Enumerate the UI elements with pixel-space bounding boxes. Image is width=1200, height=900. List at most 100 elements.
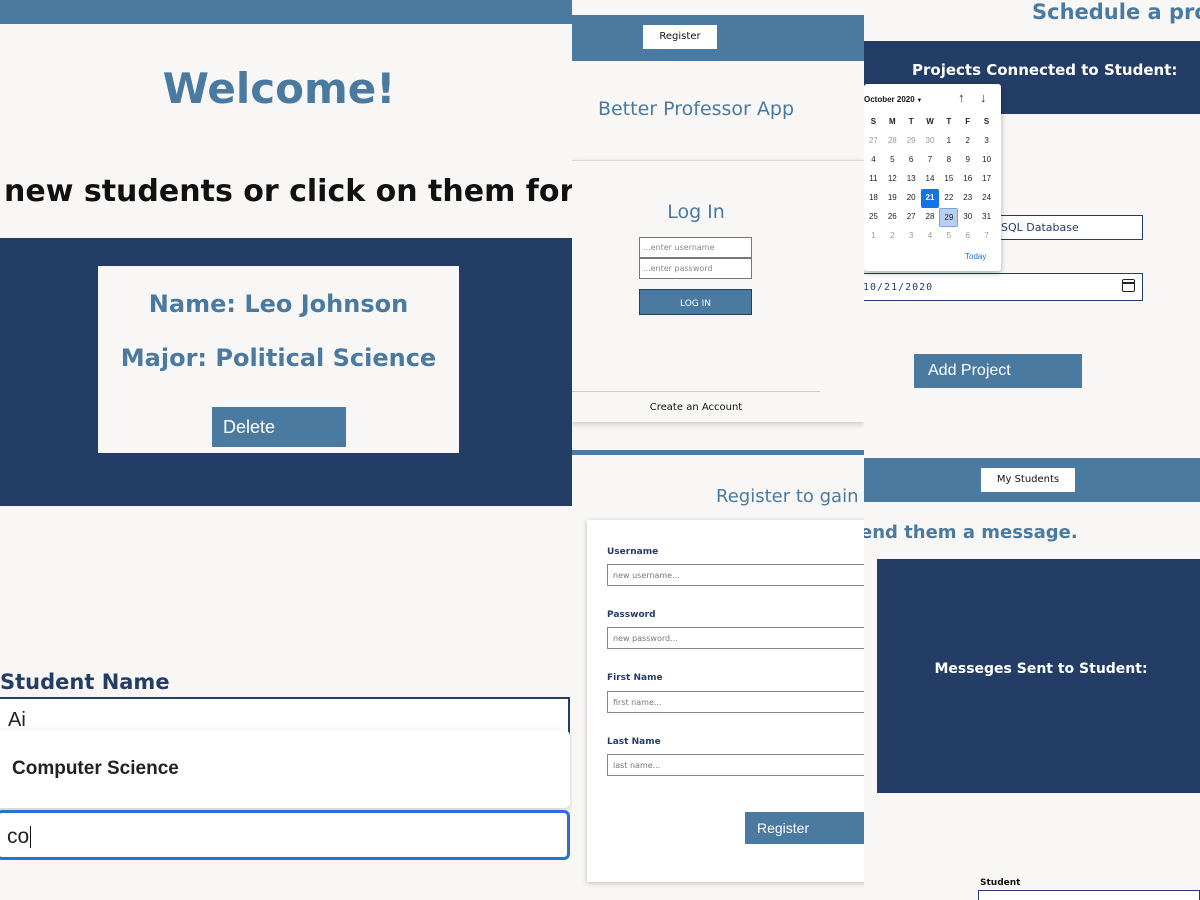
projects-heading: Projects Connected to Student: xyxy=(912,61,1178,79)
major-input[interactable]: co xyxy=(0,810,570,860)
register-top-bar xyxy=(572,450,864,455)
previous-month-icon[interactable]: ↑ xyxy=(958,90,965,105)
calendar-day[interactable]: 10 xyxy=(977,151,996,170)
calendar-day[interactable]: 20 xyxy=(902,189,921,208)
student-card[interactable]: Name: Leo Johnson Major: Political Scien… xyxy=(98,266,459,453)
add-project-button[interactable]: Add Project xyxy=(914,354,1082,388)
login-section: Log In ...enter username ...enter passwo… xyxy=(572,160,864,422)
due-date-input[interactable]: 10/21/2020 xyxy=(864,273,1143,301)
calendar-day[interactable]: 16 xyxy=(958,170,977,189)
calendar-day[interactable]: 14 xyxy=(921,170,940,189)
calendar-day[interactable]: 27 xyxy=(864,132,883,151)
send-message-heading: end them a message. xyxy=(864,522,1078,543)
weekday-label: M xyxy=(888,117,896,126)
calendar-day[interactable]: 30 xyxy=(921,132,940,151)
login-button[interactable]: LOG IN xyxy=(639,289,752,315)
student-select-input[interactable] xyxy=(978,890,1200,900)
calendar-week: 4 5 6 7 8 9 10 xyxy=(864,151,996,170)
today-button[interactable]: Today xyxy=(965,252,986,261)
register-button[interactable]: Register xyxy=(745,812,864,844)
delete-button[interactable]: Delete xyxy=(212,407,346,447)
calendar-day[interactable]: 5 xyxy=(939,227,958,246)
calendar-day[interactable]: 31 xyxy=(977,208,996,227)
calendar-day[interactable]: 8 xyxy=(939,151,958,170)
messages-panel: My Students end them a message. Messeges… xyxy=(864,442,1200,900)
weekday-header: SMTWTFS xyxy=(864,113,996,132)
calendar-day[interactable]: 7 xyxy=(977,227,996,246)
calendar-day[interactable]: 3 xyxy=(977,132,996,151)
autocomplete-suggestion[interactable]: Computer Science xyxy=(0,730,570,808)
calendar-grid: SMTWTFS 27 28 29 30 1 2 3 4 5 6 7 8 9 10 11 12 13 14 15 1… xyxy=(864,113,996,246)
calendar-day[interactable]: 19 xyxy=(883,189,902,208)
calendar-day[interactable]: 21 xyxy=(920,189,940,208)
calendar-day[interactable]: 13 xyxy=(902,170,921,189)
project-name-input[interactable]: SQL Database xyxy=(990,215,1143,240)
register-nav-button[interactable]: Register xyxy=(643,25,717,49)
first-name-input[interactable]: first name... xyxy=(607,691,864,713)
calendar-day[interactable]: 30 xyxy=(958,208,977,227)
calendar-day[interactable]: 1 xyxy=(864,227,883,246)
my-students-button[interactable]: My Students xyxy=(981,468,1075,492)
username-label: Username xyxy=(607,547,659,557)
calendar-icon[interactable] xyxy=(1122,279,1135,292)
calendar-day[interactable]: 22 xyxy=(939,189,958,208)
app-title: Better Professor App xyxy=(597,98,795,120)
calendar-day[interactable]: 6 xyxy=(958,227,977,246)
calendar-day[interactable]: 29 xyxy=(902,132,921,151)
month-selector[interactable]: October 2020 ▼ xyxy=(864,95,922,104)
calendar-day[interactable]: 26 xyxy=(883,208,902,227)
calendar-day[interactable]: 29 xyxy=(939,208,959,227)
weekday-label: W xyxy=(926,117,934,126)
calendar-day[interactable]: 2 xyxy=(883,227,902,246)
suggestion-text: Computer Science xyxy=(12,758,179,779)
calendar-day[interactable]: 12 xyxy=(883,170,902,189)
calendar-day[interactable]: 15 xyxy=(939,170,958,189)
student-name-value: Ai xyxy=(8,709,26,731)
weekday-label: S xyxy=(870,117,877,126)
calendar-day[interactable]: 27 xyxy=(902,208,921,227)
register-title: Register to gain xyxy=(716,486,859,507)
weekday-label: T xyxy=(946,117,952,126)
major-value: co xyxy=(7,825,30,848)
calendar-day[interactable]: 6 xyxy=(902,151,921,170)
messages-nav-bar: My Students xyxy=(864,458,1200,502)
calendar-day[interactable]: 9 xyxy=(958,151,977,170)
calendar-day[interactable]: 25 xyxy=(864,208,883,227)
calendar-day[interactable]: 4 xyxy=(921,227,940,246)
calendar-day[interactable]: 3 xyxy=(902,227,921,246)
next-month-icon[interactable]: ↓ xyxy=(980,90,987,105)
calendar-day[interactable]: 11 xyxy=(864,170,883,189)
calendar-week: 11 12 13 14 15 16 17 xyxy=(864,170,996,189)
calendar-day[interactable]: 17 xyxy=(977,170,996,189)
calendar-week: 25 26 27 28 29 30 31 xyxy=(864,208,996,227)
due-date-value: 10/21/2020 xyxy=(864,282,934,293)
new-username-input[interactable]: new username... xyxy=(607,564,864,586)
calendar-week: 18 19 20 21 22 23 24 xyxy=(864,189,996,208)
calendar-day[interactable]: 5 xyxy=(883,151,902,170)
calendar-day[interactable]: 23 xyxy=(958,189,977,208)
project-panel: Schedule a proje Projects Connected to S… xyxy=(864,0,1200,442)
calendar-day[interactable]: 2 xyxy=(958,132,977,151)
calendar-day[interactable]: 7 xyxy=(921,151,940,170)
top-nav-bar xyxy=(0,0,572,24)
last-name-input[interactable]: last name... xyxy=(607,754,864,776)
student-name: Name: Leo Johnson xyxy=(148,290,409,318)
text-caret xyxy=(30,826,32,849)
create-account-link[interactable]: Create an Account xyxy=(572,391,820,423)
calendar-day[interactable]: 28 xyxy=(921,208,940,227)
weekday-label: T xyxy=(908,117,914,126)
new-password-input[interactable]: new password... xyxy=(607,627,864,649)
project-name-value: SQL Database xyxy=(1001,221,1079,234)
calendar-day[interactable]: 28 xyxy=(883,132,902,151)
password-label: Password xyxy=(607,610,656,620)
calendar-day[interactable]: 1 xyxy=(939,132,958,151)
username-input[interactable]: ...enter username xyxy=(639,237,752,258)
calendar-day[interactable]: 4 xyxy=(864,151,883,170)
calendar-day[interactable]: 24 xyxy=(977,189,996,208)
password-input[interactable]: ...enter password xyxy=(639,258,752,279)
dropdown-caret-icon: ▼ xyxy=(914,98,923,104)
calendar-day[interactable]: 18 xyxy=(864,189,883,208)
month-label: October 2020 xyxy=(864,95,915,104)
login-title: Log In xyxy=(667,201,725,223)
weekday-label: S xyxy=(983,117,990,126)
